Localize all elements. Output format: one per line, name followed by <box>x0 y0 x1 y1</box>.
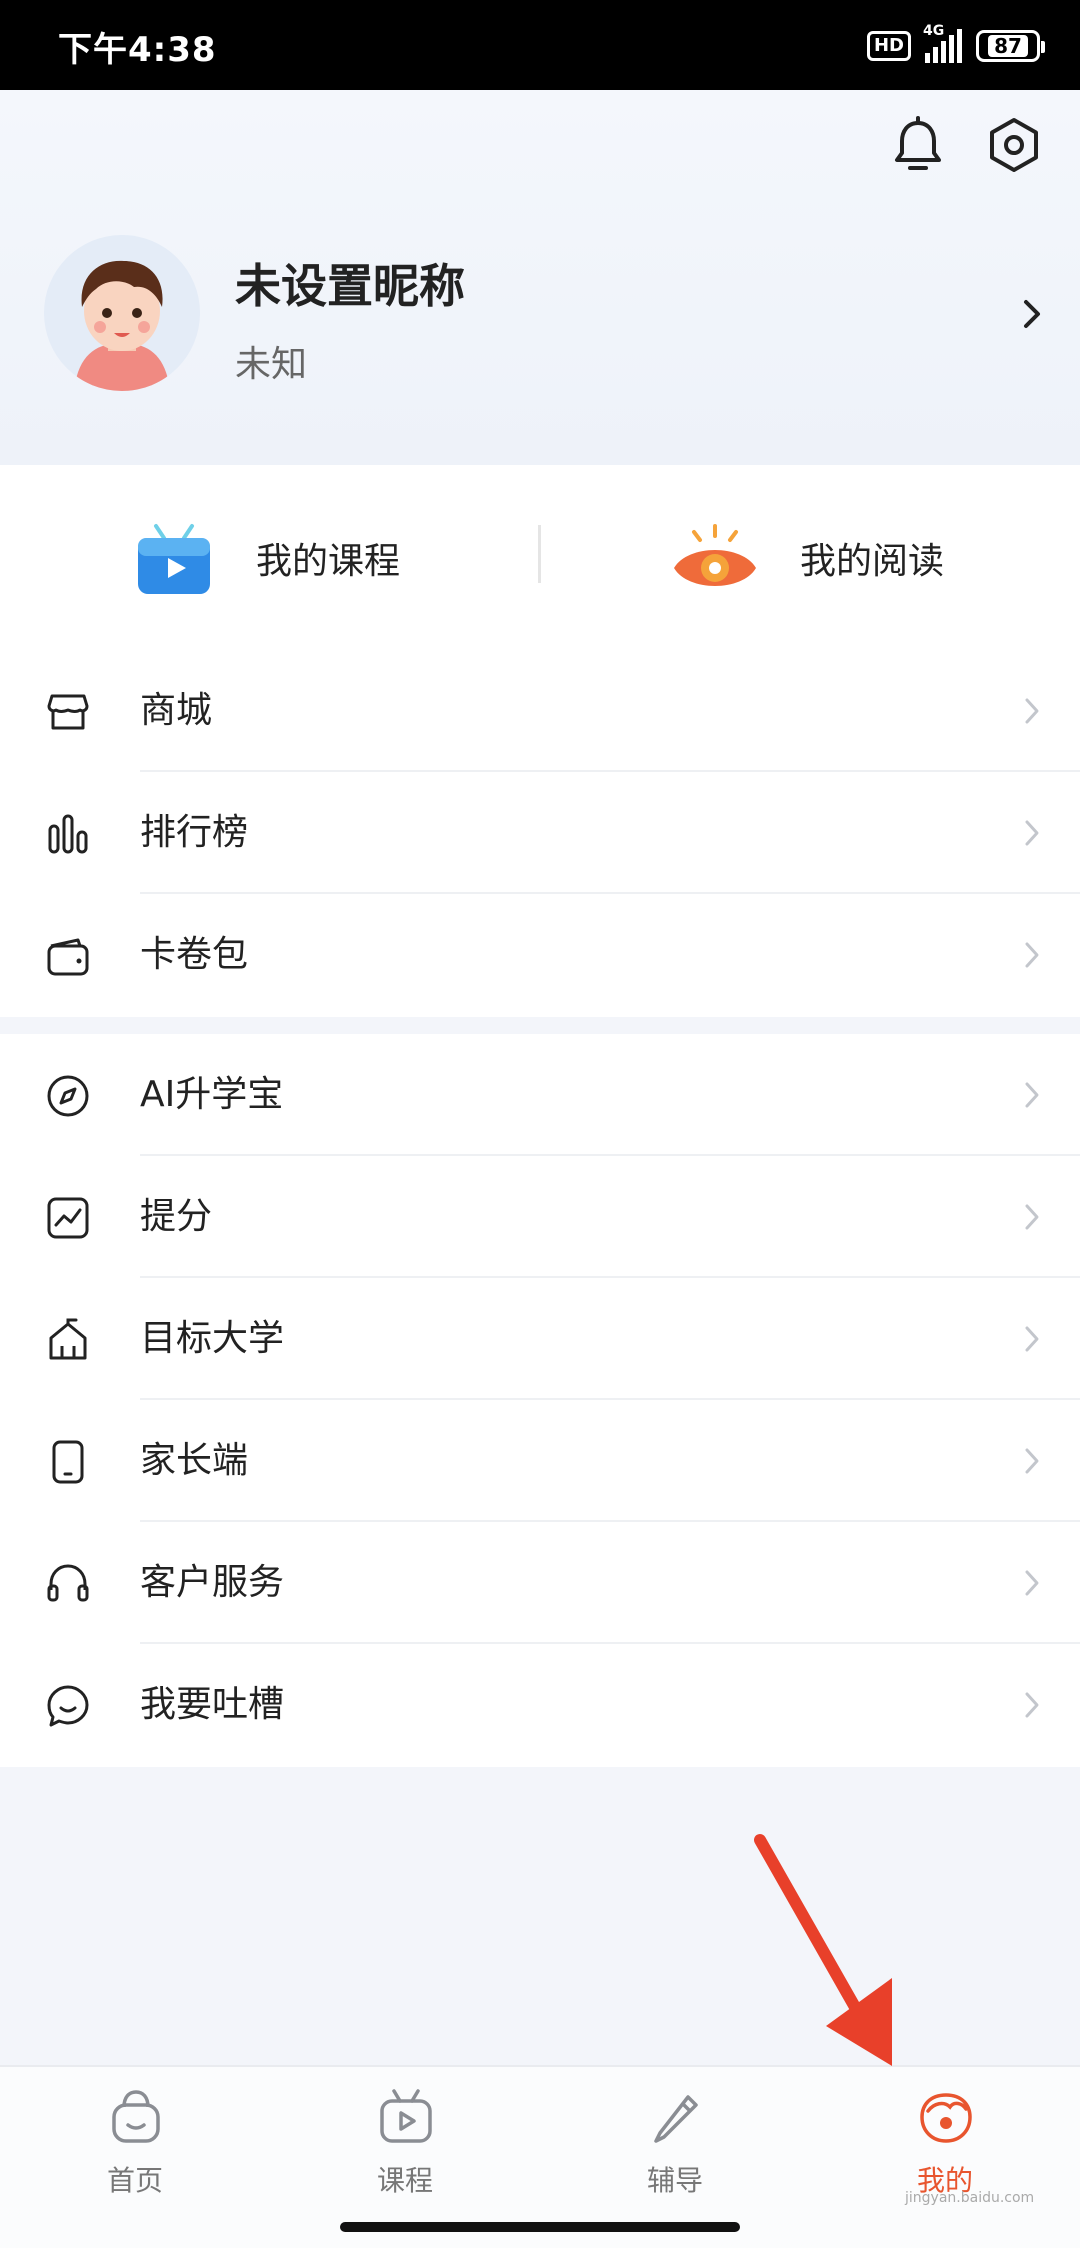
bottom-nav: 首页 课程 辅导 我的 <box>0 2065 1080 2248</box>
menu-item-customer-service[interactable]: 客户服务 <box>0 1522 1080 1644</box>
menu-item-label: 客户服务 <box>140 1562 285 1603</box>
home-indicator <box>340 2222 740 2232</box>
avatar-face-icon <box>44 235 200 391</box>
store-icon <box>47 694 89 730</box>
profile-face-icon <box>920 2093 972 2143</box>
chevron-right-icon <box>1025 1326 1039 1352</box>
nav-label: 课程 <box>376 2164 433 2197</box>
status-time: 下午4:38 <box>58 30 217 70</box>
chevron-right-icon <box>1025 1082 1039 1108</box>
status-bar: 下午4:38 HD 4G 87 <box>0 0 1080 90</box>
university-icon <box>49 1318 87 1360</box>
my-courses-link[interactable]: 我的课程 <box>134 465 400 650</box>
reading-eye-icon <box>674 523 756 586</box>
hd-icon: HD <box>866 31 911 61</box>
signal-icon: 4G <box>923 23 962 63</box>
nav-label: 首页 <box>106 2164 163 2197</box>
menu-item-label: 商城 <box>140 690 213 731</box>
settings-icon[interactable] <box>984 115 1044 175</box>
nav-tab-home[interactable]: 首页 <box>0 2067 270 2217</box>
nav-tab-courses[interactable]: 课程 <box>270 2067 540 2217</box>
watermark: jingyan.baidu.com <box>905 2190 1035 2206</box>
menu-item-ranking[interactable]: 排行榜 <box>0 772 1080 894</box>
chat-bubble-icon <box>47 1685 89 1727</box>
menu-item-feedback[interactable]: 我要吐槽 <box>0 1644 1080 1766</box>
course-tv-icon <box>138 523 210 594</box>
course-play-icon <box>380 2089 432 2143</box>
my-reading-link[interactable]: 我的阅读 <box>670 465 944 650</box>
menu-group-primary: 商城 排行榜 卡卷包 <box>0 650 1080 1017</box>
battery-icon: 87 <box>976 30 1045 62</box>
ranking-icon <box>48 814 88 854</box>
profile-chevron-icon[interactable] <box>1018 296 1046 332</box>
headset-icon <box>47 1564 89 1602</box>
avatar[interactable] <box>44 235 200 391</box>
menu-item-label: 我要吐槽 <box>140 1684 285 1725</box>
chevron-right-icon <box>1025 1448 1039 1474</box>
quick-divider <box>538 525 541 583</box>
menu-item-label: 提分 <box>140 1196 213 1237</box>
menu-item-target-university[interactable]: 目标大学 <box>0 1278 1080 1400</box>
my-reading-label: 我的阅读 <box>800 540 945 582</box>
profile-name[interactable]: 未设置昵称 <box>235 250 465 316</box>
status-icons: HD 4G 87 <box>866 23 1045 66</box>
menu-item-label: 卡卷包 <box>140 934 249 975</box>
network-type: 4G <box>923 23 945 39</box>
home-bag-icon <box>112 2090 160 2143</box>
chevron-right-icon <box>1025 698 1039 724</box>
nav-label: 辅导 <box>646 2164 703 2197</box>
menu-item-score-up[interactable]: 提分 <box>0 1156 1080 1278</box>
my-courses-label: 我的课程 <box>256 540 401 582</box>
menu-item-parent-app[interactable]: 家长端 <box>0 1400 1080 1522</box>
phone-icon <box>52 1440 84 1484</box>
chevron-right-icon <box>1025 942 1039 968</box>
menu-item-store[interactable]: 商城 <box>0 650 1080 772</box>
bell-icon[interactable] <box>888 115 948 175</box>
menu-item-label: 家长端 <box>140 1440 249 1481</box>
menu-item-label: 排行榜 <box>140 812 249 853</box>
chevron-right-icon <box>1025 820 1039 846</box>
chevron-right-icon <box>1025 1692 1039 1718</box>
profile-subtitle: 未知 <box>235 344 308 385</box>
menu-item-wallet[interactable]: 卡卷包 <box>0 894 1080 1016</box>
chevron-right-icon <box>1025 1570 1039 1596</box>
menu-item-ai-admission[interactable]: AI升学宝 <box>0 1034 1080 1156</box>
menu-item-label: AI升学宝 <box>140 1074 284 1115</box>
annotation-arrow-icon <box>754 1834 892 2066</box>
compass-icon <box>47 1075 89 1117</box>
menu-item-label: 目标大学 <box>140 1318 285 1359</box>
chevron-right-icon <box>1025 1204 1039 1230</box>
wallet-icon <box>47 938 89 976</box>
menu-group-secondary: AI升学宝 提分 目标大学 家长端 客户服务 我要吐槽 <box>0 1034 1080 1767</box>
trend-chart-icon <box>47 1197 89 1239</box>
nav-tab-tutoring[interactable]: 辅导 <box>540 2067 810 2217</box>
battery-level: 87 <box>988 35 1028 57</box>
tutor-pencil-icon <box>654 2095 698 2143</box>
